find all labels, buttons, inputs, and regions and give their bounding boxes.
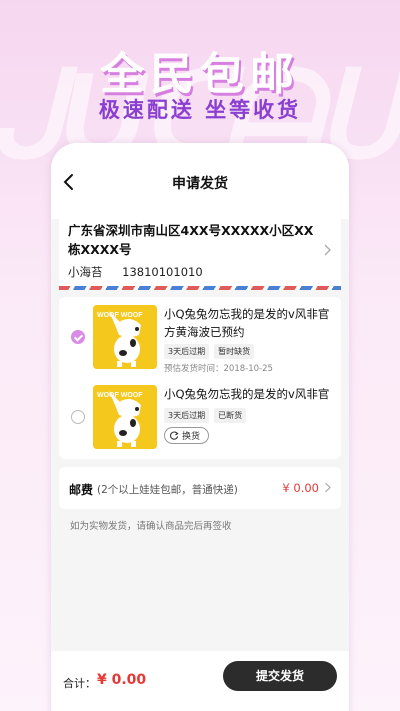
chevron-right-icon [325, 482, 331, 493]
total-label: 合计： [63, 677, 96, 690]
select-checkbox[interactable] [71, 410, 85, 424]
shipping-price: ¥ 0.00 [282, 481, 319, 495]
hero-subtitle: 极速配送 坐等收货 [98, 98, 302, 122]
product-title: 小Q兔兔勿忘我的是发的v风非官 [164, 387, 330, 401]
address-card[interactable]: 广东省深圳市南山区4XX号XXXXX小区XX栋XXXX号 小海苔 1381010… [59, 211, 341, 289]
svg-text:WOOF WOOF: WOOF WOOF [97, 312, 143, 319]
address-contact: 小海苔 13810101010 [68, 264, 203, 280]
chevron-right-icon [324, 244, 331, 256]
tag-group: 3天后过期 已断货 [164, 408, 247, 423]
receipt-hint: 如为实物发货，请确认商品完后再签收 [70, 521, 232, 532]
stock-tag: 已断货 [214, 408, 247, 423]
goods-list: WOOF WOOF 小Q兔兔勿忘我的是发的v风非官方黄海波已预约 3天后过期 暂… [59, 297, 341, 459]
contact-name: 小海苔 [68, 265, 103, 279]
address-text: 广东省深圳市南山区4XX号XXXXX小区XX栋XXXX号 [68, 223, 314, 257]
shipping-row[interactable]: 邮费 (2个以上娃娃包邮，普通快递) ¥ 0.00 [59, 467, 341, 509]
bottom-bar: 合计： ¥ 0.00 提交发货 [51, 651, 349, 711]
expiry-tag: 3天后过期 [164, 408, 210, 423]
goods-item: WOOF WOOF 小Q兔兔勿忘我的是发的v风非官 3天后过期 已断货 换货 [59, 377, 341, 459]
swap-button[interactable]: 换货 [164, 427, 210, 444]
goods-item: WOOF WOOF 小Q兔兔勿忘我的是发的v风非官方黄海波已预约 3天后过期 暂… [59, 297, 341, 379]
stock-tag: 暂时缺货 [214, 344, 255, 359]
select-checkbox[interactable] [71, 330, 85, 344]
phone-screen: 申请发货 广东省深圳市南山区4XX号XXXXX小区XX栋XXXX号 小海苔 13… [51, 143, 349, 711]
contact-phone: 13810101010 [122, 265, 203, 279]
tag-group: 3天后过期 暂时缺货 [164, 344, 255, 359]
shipping-label: 邮费 [69, 483, 94, 497]
hero-title: 全民包邮 [100, 49, 300, 100]
product-image: WOOF WOOF [93, 305, 157, 369]
swap-label: 换货 [182, 432, 201, 442]
airmail-stripe [59, 286, 341, 290]
product-title: 小Q兔兔勿忘我的是发的v风非官方黄海波已预约 [164, 307, 330, 339]
product-image: WOOF WOOF [93, 385, 157, 449]
svg-text:WOOF WOOF: WOOF WOOF [97, 392, 143, 399]
total-value: ¥ 0.00 [97, 672, 147, 688]
expiry-tag: 3天后过期 [164, 344, 210, 359]
page-title: 申请发货 [172, 176, 228, 192]
submit-button[interactable]: 提交发货 [223, 661, 337, 691]
ship-date: 预估发货时间：2018-10-25 [164, 364, 273, 374]
navbar: 申请发货 [51, 143, 349, 219]
refresh-icon [170, 431, 179, 440]
shipping-note: (2个以上娃娃包邮，普通快递) [97, 484, 238, 496]
